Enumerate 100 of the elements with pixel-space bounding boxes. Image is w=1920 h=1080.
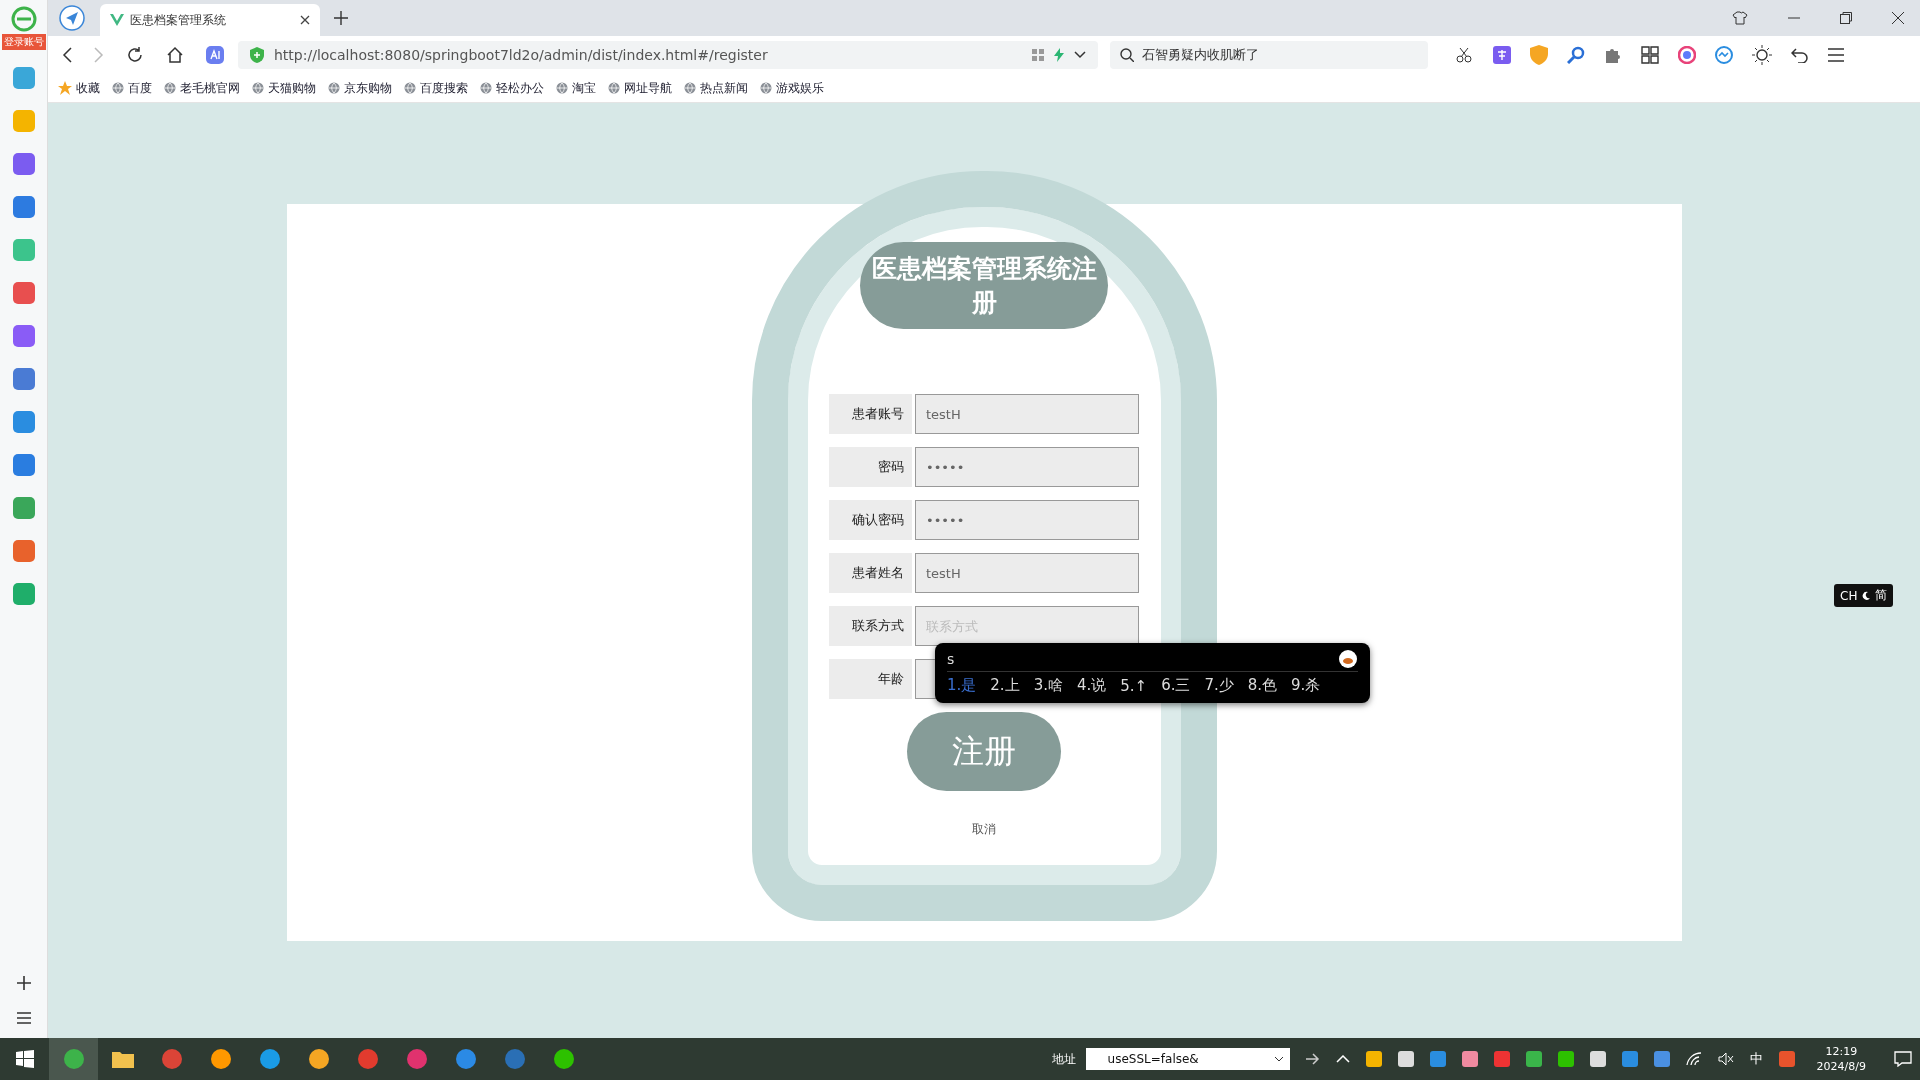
bookmark-link[interactable]: 百度	[112, 79, 152, 97]
ime-mascot-icon[interactable]	[1338, 649, 1358, 669]
input-field[interactable]: •••••	[915, 447, 1139, 487]
tray-app-icon[interactable]	[1557, 1051, 1574, 1067]
tray-app-icon[interactable]	[1653, 1051, 1670, 1067]
reload-icon[interactable]	[126, 46, 144, 64]
list-icon[interactable]	[16, 1012, 31, 1024]
globe-icon	[480, 82, 492, 94]
ai-icon[interactable]	[206, 46, 224, 64]
field-label: 确认密码	[829, 500, 912, 540]
app-shortcut-icon[interactable]	[12, 67, 35, 89]
ime-candidate[interactable]: 2.上	[990, 676, 1020, 695]
ime-candidate[interactable]: 4.说	[1076, 676, 1107, 695]
new-tab-icon[interactable]	[334, 11, 348, 25]
browser-tab[interactable]: 医患档案管理系统	[100, 4, 320, 36]
app-shortcut-icon[interactable]	[12, 282, 35, 304]
app-shortcut-icon[interactable]	[12, 153, 35, 175]
star-icon	[58, 81, 72, 95]
tray-app-icon[interactable]	[1365, 1051, 1382, 1067]
undo-icon[interactable]	[1791, 47, 1809, 63]
ime-candidate[interactable]: 8.色	[1247, 676, 1278, 695]
cancel-link[interactable]: 取消	[968, 819, 1000, 840]
globe-icon	[112, 82, 124, 94]
app-icon	[552, 1048, 575, 1070]
clock[interactable]: 12:19 2024/8/9	[1816, 1043, 1866, 1075]
ime-candidate[interactable]: 1.是	[947, 676, 977, 695]
bookmark-link[interactable]: 百度搜索	[404, 79, 468, 97]
translate-icon[interactable]	[1493, 46, 1511, 64]
app-shortcut-icon[interactable]	[12, 497, 35, 519]
address-field[interactable]: useSSL=false&	[1085, 1048, 1290, 1070]
app-icon	[503, 1048, 526, 1070]
login-badge[interactable]: 登录账号	[1, 34, 46, 50]
tray-app-icon[interactable]	[1397, 1051, 1414, 1067]
app-shortcut-icon[interactable]	[12, 196, 35, 218]
windows-logo-icon	[15, 1050, 34, 1068]
muted-speaker-icon[interactable]	[1717, 1052, 1734, 1066]
close-icon[interactable]	[300, 15, 310, 25]
lightning-icon[interactable]	[1054, 48, 1064, 62]
globe-icon	[404, 82, 416, 94]
tray-app-icon[interactable]	[1589, 1051, 1606, 1067]
sun-icon[interactable]	[1752, 45, 1772, 65]
bookmark-link[interactable]: 网址导航	[608, 79, 672, 97]
browser-logo-icon[interactable]	[10, 6, 37, 32]
grid-icon[interactable]	[1641, 46, 1659, 64]
wifi-icon[interactable]	[1685, 1052, 1702, 1066]
language-bar[interactable]: CH 简	[1834, 584, 1894, 607]
bookmark-link[interactable]: 京东购物	[328, 79, 392, 97]
home-icon[interactable]	[166, 46, 184, 64]
navigation-icon[interactable]	[58, 4, 86, 32]
input-field[interactable]: testH	[915, 394, 1139, 434]
app-shortcut-icon[interactable]	[12, 325, 35, 347]
app-shortcut-icon[interactable]	[12, 411, 35, 433]
ime-candidate[interactable]: 7.少	[1204, 676, 1234, 695]
puzzle-icon[interactable]	[1604, 46, 1622, 64]
bookmark-link[interactable]: 天猫购物	[252, 79, 316, 97]
field-label: 密码	[829, 447, 912, 487]
input-field[interactable]: testH	[915, 553, 1139, 593]
qr-code-icon[interactable]	[1032, 49, 1044, 61]
input-field[interactable]: •••••	[915, 500, 1139, 540]
bookmark-link[interactable]: 老毛桃官网	[164, 79, 240, 97]
app-shortcut-icon[interactable]	[12, 454, 35, 476]
ime-candidate[interactable]: 9.杀	[1291, 676, 1321, 695]
skin-icon[interactable]	[1732, 11, 1748, 25]
go-arrow-icon[interactable]	[1305, 1053, 1320, 1065]
chevron-up-icon[interactable]	[1335, 1055, 1350, 1063]
app-icon	[454, 1048, 477, 1070]
scissors-icon[interactable]	[1456, 47, 1474, 63]
sogou-icon[interactable]	[1778, 1051, 1795, 1067]
tray-app-icon[interactable]	[1461, 1051, 1478, 1067]
globe-icon	[556, 82, 568, 94]
ime-candidate[interactable]: 5.↑	[1120, 676, 1148, 695]
address-bar[interactable]: http://localhost:8080/springboot7ld2o/admin/dist/index.html#/register	[238, 41, 1098, 69]
search-field[interactable]: 石智勇疑内收肌断了	[1110, 41, 1428, 69]
menu-icon[interactable]	[1828, 48, 1844, 62]
bookmark-link[interactable]: 淘宝	[556, 79, 596, 97]
back-icon[interactable]	[62, 47, 72, 63]
search-icon	[1120, 48, 1134, 62]
sync-icon[interactable]	[1715, 46, 1733, 64]
notification-icon[interactable]	[1894, 1051, 1912, 1067]
app-shortcut-icon[interactable]	[12, 540, 35, 562]
input-mode-indicator[interactable]: 中	[1749, 1050, 1763, 1068]
chevron-down-icon[interactable]	[1273, 1056, 1284, 1062]
bookmark-link[interactable]: 热点新闻	[684, 79, 748, 97]
add-icon[interactable]	[15, 975, 32, 991]
tab-title: 医患档案管理系统	[130, 11, 227, 29]
shield-icon	[250, 47, 264, 63]
search-icon[interactable]	[1567, 46, 1585, 64]
chevron-down-icon[interactable]	[1074, 51, 1086, 59]
bookmark-link[interactable]: 收藏	[58, 79, 100, 97]
tray-app-icon[interactable]	[1525, 1051, 1542, 1067]
field-label: 患者姓名	[829, 553, 912, 593]
ime-candidate[interactable]: 3.啥	[1033, 676, 1063, 695]
bookmark-link[interactable]: 游戏娱乐	[760, 79, 824, 97]
app-shortcut-icon[interactable]	[12, 583, 35, 605]
close-icon[interactable]	[1892, 12, 1904, 24]
restore-icon[interactable]	[1840, 12, 1852, 24]
bookmark-link[interactable]: 轻松办公	[480, 79, 544, 97]
app-shortcut-icon[interactable]	[12, 368, 35, 390]
ime-candidate[interactable]: 6.三	[1161, 676, 1191, 695]
field-label: 患者账号	[829, 394, 912, 434]
